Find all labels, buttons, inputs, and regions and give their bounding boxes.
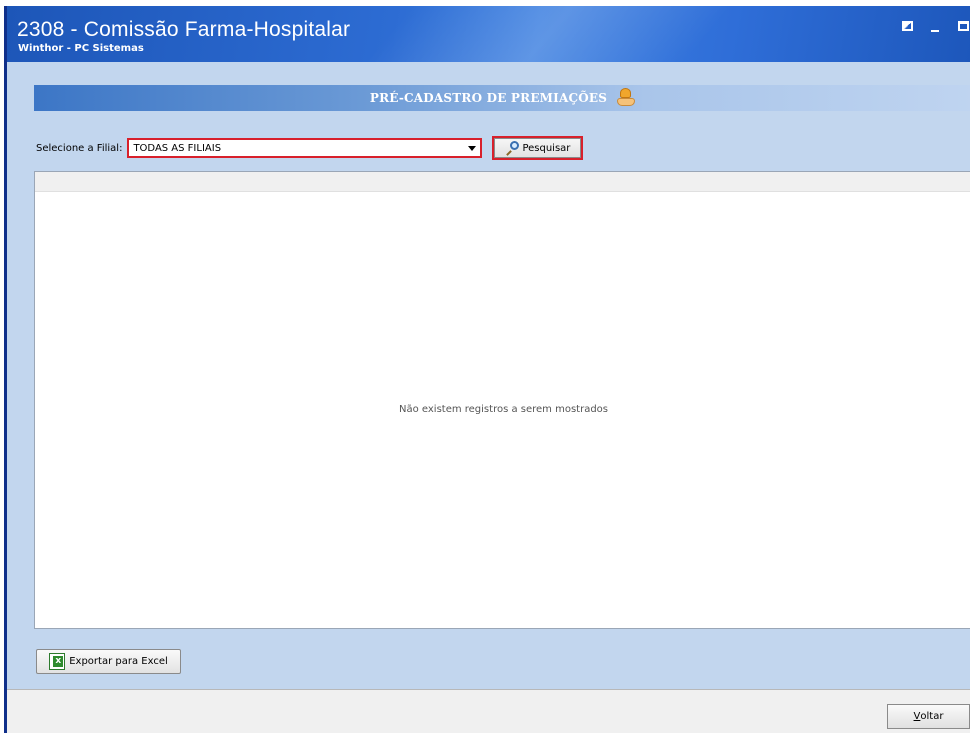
section-title: PRÉ-CADASTRO DE PREMIAÇÕES xyxy=(369,91,608,105)
main-content: PRÉ-CADASTRO DE PREMIAÇÕES Selecione a F… xyxy=(7,62,970,733)
filial-select-value: TODAS AS FILIAIS xyxy=(133,142,222,154)
grid-header xyxy=(35,172,970,192)
export-excel-button[interactable]: Exportar para Excel xyxy=(36,649,181,674)
maximize-icon xyxy=(957,21,969,31)
window-subtitle: Winthor - PC Sistemas xyxy=(18,43,144,54)
window-controls xyxy=(900,18,970,34)
search-button[interactable]: Pesquisar xyxy=(492,136,584,160)
award-icon xyxy=(615,87,637,109)
back-button-label: oltar xyxy=(920,711,944,722)
filter-row: Selecione a Filial: TODAS AS FILIAIS Pes… xyxy=(36,136,584,160)
restore-button[interactable] xyxy=(900,18,914,34)
empty-message: Não existem registros a serem mostrados xyxy=(398,404,609,415)
footer-bar: Voltar xyxy=(7,689,970,733)
back-button-accesskey: V xyxy=(913,711,921,722)
search-button-label: Pesquisar xyxy=(522,142,571,154)
filial-label: Selecione a Filial: xyxy=(36,142,123,154)
chevron-down-icon xyxy=(468,145,477,151)
app-window: 2308 - Comissão Farma-Hospitalar Winthor… xyxy=(4,6,970,733)
minimize-button[interactable] xyxy=(928,18,942,34)
export-excel-label: Exportar para Excel xyxy=(69,656,168,667)
results-grid[interactable]: Não existem registros a serem mostrados xyxy=(34,171,970,629)
minimize-icon xyxy=(931,30,939,32)
maximize-button[interactable] xyxy=(956,18,970,34)
section-header: PRÉ-CADASTRO DE PREMIAÇÕES xyxy=(34,85,970,111)
excel-icon xyxy=(49,653,66,670)
window-title: 2308 - Comissão Farma-Hospitalar xyxy=(17,18,351,41)
restore-icon xyxy=(901,21,913,31)
back-button[interactable]: Voltar xyxy=(887,704,970,729)
search-icon xyxy=(505,141,520,156)
title-bar[interactable]: 2308 - Comissão Farma-Hospitalar Winthor… xyxy=(7,6,970,62)
filial-select[interactable]: TODAS AS FILIAIS xyxy=(127,138,483,158)
